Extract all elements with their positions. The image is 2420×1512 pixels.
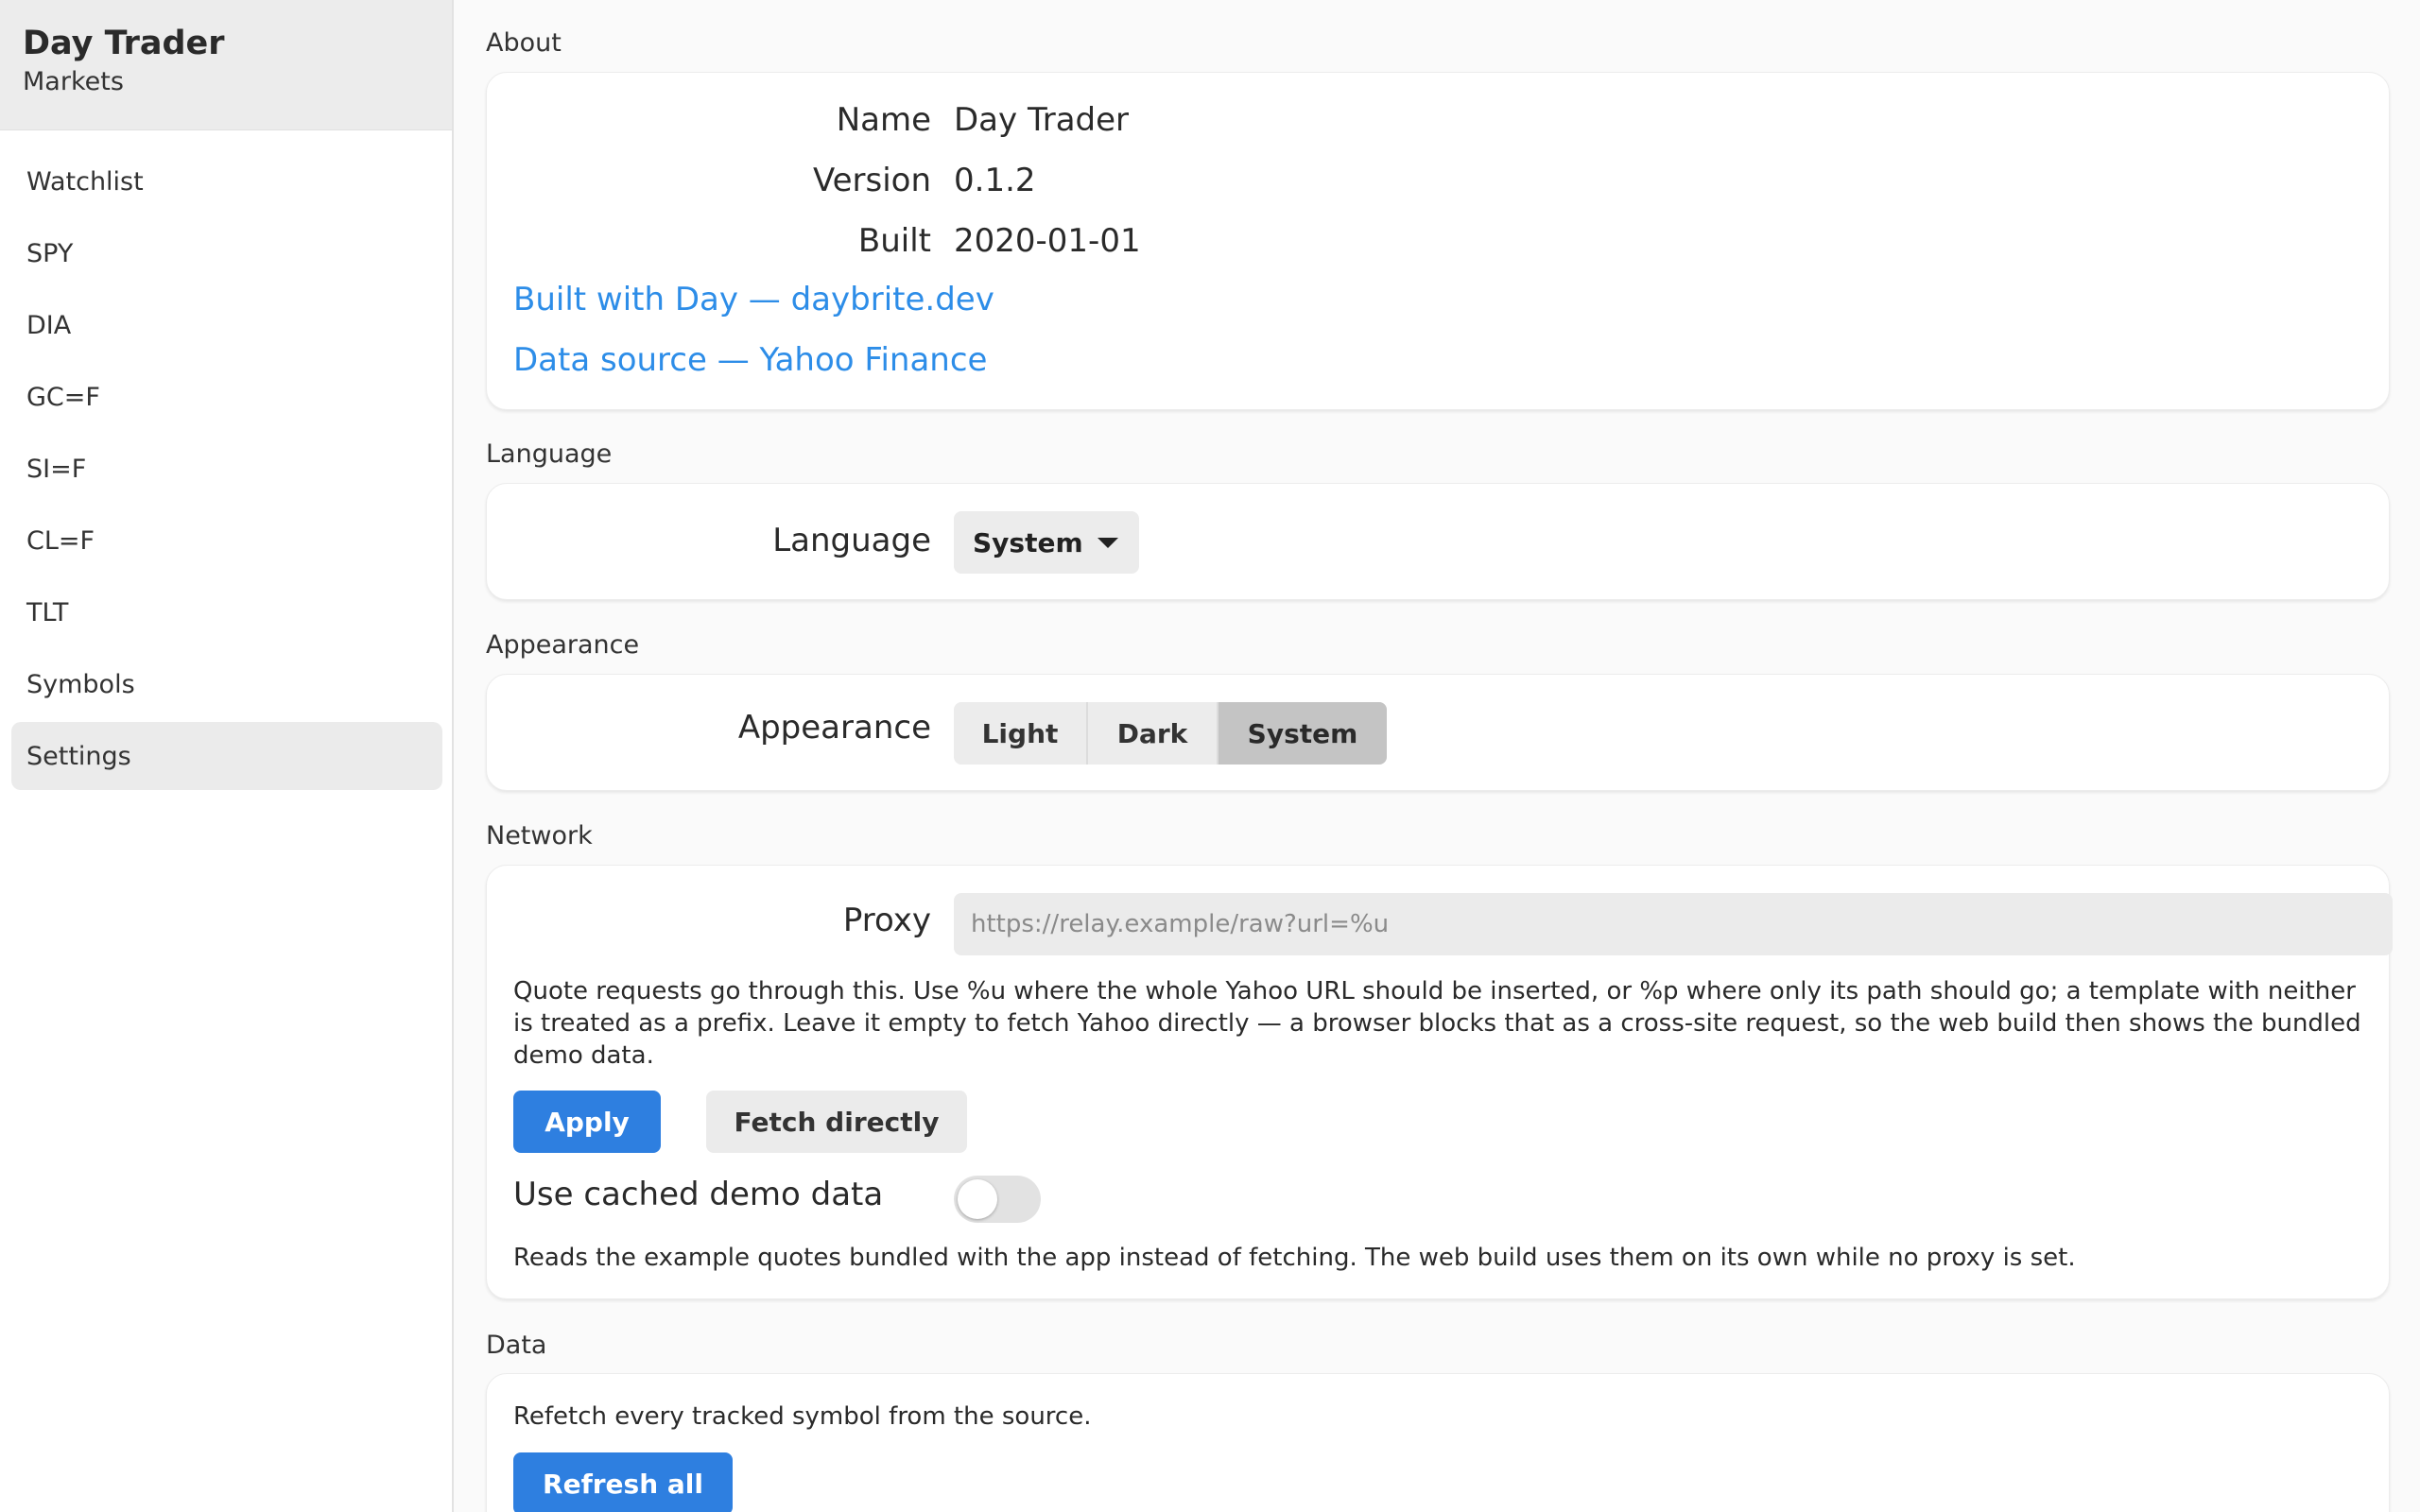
version-key: Version [812,162,931,199]
sidebar-item-dia[interactable]: DIA [11,291,442,359]
name-row: Name Day Trader [487,96,2389,144]
appearance-option-light[interactable]: Light [954,702,1088,765]
caret-down-icon [1098,538,1118,548]
name-value: Day Trader [954,101,1130,139]
appearance-option-system[interactable]: System [1219,702,1387,765]
name-key: Name [836,101,931,139]
appearance-option-dark[interactable]: Dark [1088,702,1219,765]
proxy-input[interactable] [954,893,2393,955]
fetch-directly-button[interactable]: Fetch directly [706,1091,967,1153]
apply-button[interactable]: Apply [513,1091,661,1153]
proxy-help-text: Quote requests go through this. Use %u w… [513,977,2361,1070]
cached-demo-label: Use cached demo data [513,1176,884,1213]
sidebar-item-watchlist[interactable]: Watchlist [11,147,442,215]
language-dropdown[interactable]: System [954,511,1139,574]
data-help-text: Refetch every tracked symbol from the so… [513,1402,1092,1431]
language-selected: System [973,526,1083,558]
version-row: Version 0.1.2 [487,157,2389,204]
sidebar-item-symbols[interactable]: Symbols [11,650,442,718]
section-label-about: About [486,28,562,58]
cached-demo-help: Reads the example quotes bundled with th… [513,1244,2076,1272]
sidebar-header: Day Trader Markets [0,0,452,130]
toggle-knob [958,1179,997,1219]
about-card: Name Day Trader Version 0.1.2 Built 2020… [486,72,2390,410]
appearance-label: Appearance [737,709,931,747]
section-label-network: Network [486,821,593,850]
sidebar: Day Trader Markets Watchlist SPY DIA GC=… [0,0,454,1512]
sidebar-item-si[interactable]: SI=F [11,435,442,503]
built-value: 2020-01-01 [954,222,1141,260]
cached-demo-toggle[interactable] [954,1176,1041,1223]
section-label-data: Data [486,1331,547,1360]
section-label-appearance: Appearance [486,630,640,660]
built-with-link[interactable]: Built with Day — daybrite.dev [513,281,994,318]
data-source-link[interactable]: Data source — Yahoo Finance [513,341,987,379]
settings-main: About Name Day Trader Version 0.1.2 Buil… [456,0,2420,1512]
built-row: Built 2020-01-01 [487,217,2389,265]
app-title: Day Trader [23,25,225,62]
language-label: Language [772,522,931,559]
refresh-all-button[interactable]: Refresh all [513,1452,733,1512]
sidebar-item-gc[interactable]: GC=F [11,363,442,431]
sidebar-item-spy[interactable]: SPY [11,219,442,287]
version-value: 0.1.2 [954,162,1036,199]
app-subtitle: Markets [23,67,124,96]
network-card: Proxy Quote requests go through this. Us… [486,865,2393,1299]
sidebar-item-settings[interactable]: Settings [11,722,442,790]
built-key: Built [857,222,931,260]
section-label-language: Language [486,439,613,469]
appearance-card: Appearance Light Dark System [486,674,2390,791]
appearance-segmented: Light Dark System [954,702,1387,765]
proxy-label: Proxy [842,902,931,939]
sidebar-item-cl[interactable]: CL=F [11,507,442,575]
language-card: Language System [486,483,2390,600]
sidebar-item-tlt[interactable]: TLT [11,578,442,646]
data-card: Refetch every tracked symbol from the so… [486,1373,2390,1512]
